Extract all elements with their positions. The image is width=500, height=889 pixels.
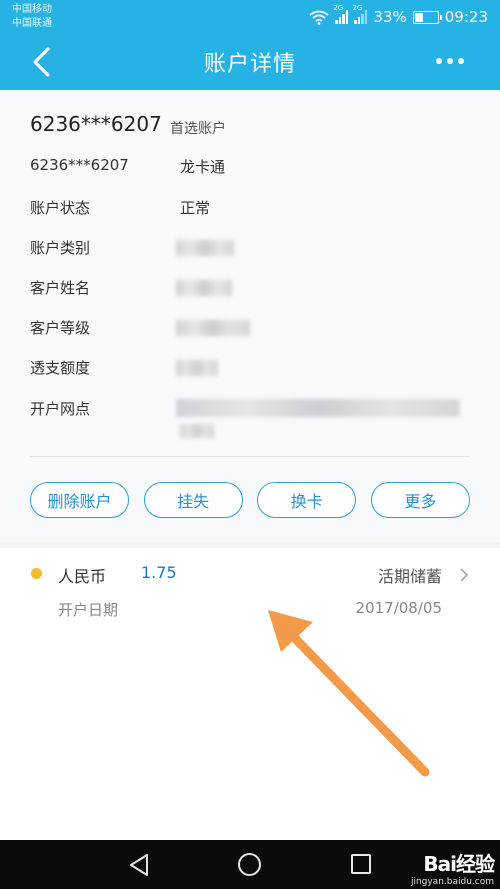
blurred-level-value <box>176 320 250 336</box>
account-status-value: 正常 <box>180 199 211 217</box>
nav-home-icon[interactable] <box>238 853 261 876</box>
account-status-label: 账户状态 <box>30 199 91 217</box>
blurred-name-value <box>176 280 232 296</box>
info-row-category: 账户类别 <box>30 237 470 259</box>
more-options-icon[interactable] <box>436 58 464 64</box>
overdraft-limit-label: 透支额度 <box>30 359 91 377</box>
carrier-2: 中国联通 <box>12 18 52 29</box>
account-number: 6236***6207 <box>30 112 162 136</box>
currency-dot-icon <box>31 568 42 579</box>
signal-icon-2: 2G <box>352 4 368 24</box>
watermark-brand: Bai经验 <box>423 852 495 876</box>
blurred-branch-value-line1 <box>176 399 460 417</box>
currency-name: 人民币 <box>58 567 107 586</box>
network-type-2: 2G <box>352 4 363 12</box>
system-nav-bar: Bai经验 jingyan.baidu.com <box>0 840 500 889</box>
divider <box>30 456 470 457</box>
watermark-url: jingyan.baidu.com <box>410 877 494 887</box>
info-row-branch: 开户网点 <box>30 398 470 438</box>
nav-back-icon[interactable] <box>128 853 150 877</box>
blurred-category-value <box>176 240 234 256</box>
more-button[interactable]: 更多 <box>370 482 470 518</box>
open-date-label: 开户日期 <box>58 601 119 619</box>
nav-recents-icon[interactable] <box>351 854 371 874</box>
signal-icon-1: 2G <box>333 4 349 24</box>
info-row-card: 6236***6207 龙卡通 <box>30 156 470 178</box>
status-icons: 2G 2G 33% 09:23 <box>309 4 488 28</box>
info-row-overdraft: 透支额度 <box>30 357 470 379</box>
card-type-value: 龙卡通 <box>180 158 226 176</box>
battery-icon <box>412 10 442 24</box>
wifi-icon <box>309 10 329 25</box>
status-bar: 中国移动 中国联通 2G 2G 33% 09:23 <box>0 0 500 34</box>
account-category-label: 账户类别 <box>30 239 91 257</box>
card-number-label: 6236***6207 <box>30 156 129 174</box>
preferred-account-badge: 首选账户 <box>170 121 226 137</box>
annotation-arrow-icon <box>268 610 430 777</box>
account-card: 6236***6207 首选账户 6236***6207 龙卡通 账户状态 正常… <box>0 90 500 542</box>
balance-amount: 1.75 <box>141 563 177 582</box>
blurred-branch-value-line2 <box>180 424 214 438</box>
chevron-right-icon[interactable] <box>458 567 470 583</box>
customer-level-label: 客户等级 <box>30 319 91 337</box>
battery-percent: 33% <box>373 8 407 26</box>
blurred-overdraft-value <box>176 360 218 376</box>
info-row-status: 账户状态 正常 <box>30 197 470 219</box>
report-loss-button[interactable]: 挂失 <box>143 482 243 518</box>
app-header: 账户详情 <box>0 34 500 90</box>
carrier-1: 中国移动 <box>12 4 52 15</box>
carrier-info: 中国移动 中国联通 <box>12 3 52 31</box>
delete-account-button[interactable]: 删除账户 <box>30 482 129 518</box>
info-row-level: 客户等级 <box>30 317 470 339</box>
deposit-type: 活期储蓄 <box>377 567 442 586</box>
customer-name-label: 客户姓名 <box>30 279 91 297</box>
clock: 09:23 <box>444 8 488 26</box>
watermark: Bai经验 jingyan.baidu.com <box>410 848 495 887</box>
replace-card-button[interactable]: 换卡 <box>257 482 357 518</box>
info-row-name: 客户姓名 <box>30 277 470 299</box>
account-actions: 删除账户 挂失 换卡 更多 <box>30 482 470 518</box>
network-type-1: 2G <box>333 4 344 12</box>
page-title: 账户详情 <box>203 52 296 77</box>
branch-label: 开户网点 <box>30 400 91 418</box>
